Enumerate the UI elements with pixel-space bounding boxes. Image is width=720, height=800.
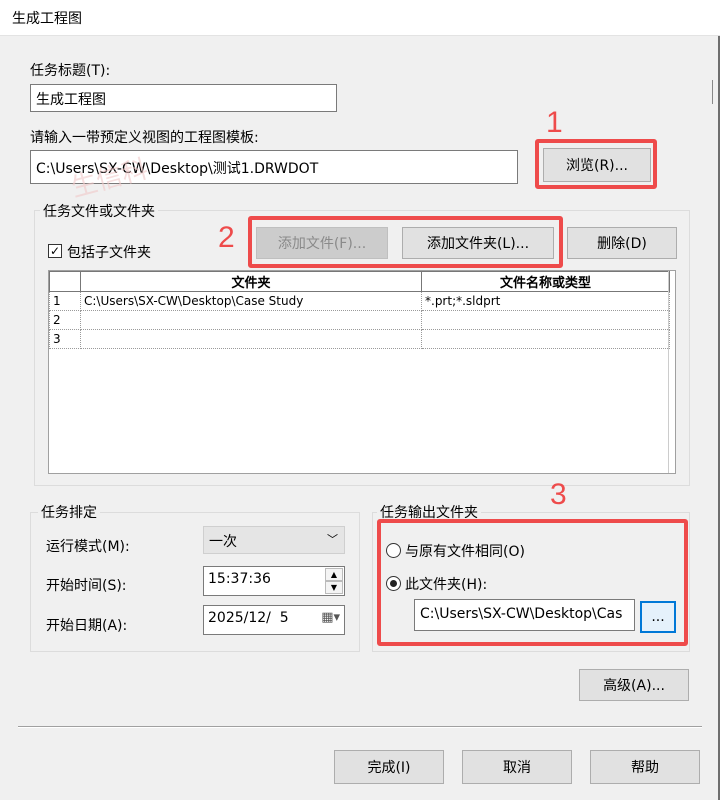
footer-divider [18, 726, 702, 728]
delete-button[interactable]: 删除(D) [567, 227, 677, 259]
output-folder-input[interactable]: C:\Users\SX-CW\Desktop\Cas [414, 599, 635, 631]
spin-down-icon[interactable]: ▼ [325, 581, 343, 594]
folder-cell[interactable] [80, 310, 422, 330]
start-time-spinner[interactable]: ▲ ▼ [325, 568, 343, 594]
chevron-down-icon: ﹀ [327, 533, 338, 546]
row-number: 1 [49, 291, 81, 311]
annotation-3: 3 [550, 478, 567, 511]
calendar-icon[interactable]: ▦▾ [321, 610, 340, 625]
start-date-label: 开始日期(A): [46, 618, 128, 634]
column-header-folder[interactable]: 文件夹 [80, 271, 422, 292]
table-row[interactable]: 2 [49, 310, 670, 330]
start-date-value: 2025/12/ 5 [208, 610, 289, 626]
schedule-group-title: 任务排定 [38, 502, 100, 522]
same-as-original-label: 与原有文件相同(O) [405, 544, 525, 560]
start-time-label: 开始时间(S): [46, 578, 127, 594]
start-date-field[interactable]: 2025/12/ 5 ▦▾ [203, 605, 345, 635]
add-file-button[interactable]: 添加文件(F)... [256, 227, 388, 259]
add-folder-button[interactable]: 添加文件夹(L)... [402, 227, 554, 259]
annotation-1: 1 [546, 106, 563, 139]
task-title-input[interactable]: 生成工程图 [30, 84, 337, 112]
table-scroll-edge [668, 271, 669, 473]
this-folder-radio[interactable] [386, 576, 401, 591]
spin-up-icon[interactable]: ▲ [325, 568, 343, 581]
same-as-original-radio[interactable] [386, 543, 401, 558]
table-row[interactable]: 1 C:\Users\SX-CW\Desktop\Case Study *.pr… [49, 291, 670, 311]
browse-template-button[interactable]: 浏览(R)... [543, 148, 651, 182]
finish-button[interactable]: 完成(I) [334, 750, 444, 784]
advanced-button[interactable]: 高级(A)... [579, 669, 689, 701]
cancel-button[interactable]: 取消 [462, 750, 572, 784]
template-label: 请输入一带预定义视图的工程图模板: [30, 130, 259, 146]
folder-cell[interactable]: C:\Users\SX-CW\Desktop\Case Study [80, 291, 422, 311]
folder-cell[interactable] [80, 329, 422, 349]
files-table[interactable]: 文件夹 文件名称或类型 1 C:\Users\SX-CW\Desktop\Cas… [48, 270, 676, 474]
window-title: 生成工程图 [12, 11, 82, 27]
run-mode-dropdown[interactable]: 一次 ﹀ [203, 526, 345, 554]
include-subfolders-label: 包括子文件夹 [67, 245, 151, 261]
task-title-label: 任务标题(T): [30, 63, 111, 79]
table-corner-cell [49, 271, 81, 292]
type-cell[interactable] [421, 329, 670, 349]
table-header-row: 文件夹 文件名称或类型 [49, 271, 670, 292]
include-subfolders-checkbox[interactable]: ✓ [48, 244, 62, 258]
annotation-2: 2 [218, 221, 235, 254]
files-group-title: 任务文件或文件夹 [40, 201, 158, 221]
row-number: 2 [49, 310, 81, 330]
column-header-type[interactable]: 文件名称或类型 [421, 271, 670, 292]
this-folder-label: 此文件夹(H): [405, 577, 488, 593]
output-folder-browse-button[interactable]: ... [640, 601, 676, 633]
run-mode-label: 运行模式(M): [46, 539, 130, 555]
window-edge-tick [712, 80, 718, 104]
row-number: 3 [49, 329, 81, 349]
title-bar: 生成工程图 [0, 0, 720, 36]
run-mode-value: 一次 [209, 534, 237, 550]
start-time-field[interactable]: 15:37:36 ▲ ▼ [203, 566, 345, 596]
start-time-value: 15:37:36 [208, 571, 271, 587]
help-button[interactable]: 帮助 [590, 750, 700, 784]
table-row[interactable]: 3 [49, 329, 670, 349]
type-cell[interactable] [421, 310, 670, 330]
output-group-title: 任务输出文件夹 [377, 502, 481, 522]
type-cell[interactable]: *.prt;*.sldprt [421, 291, 670, 311]
